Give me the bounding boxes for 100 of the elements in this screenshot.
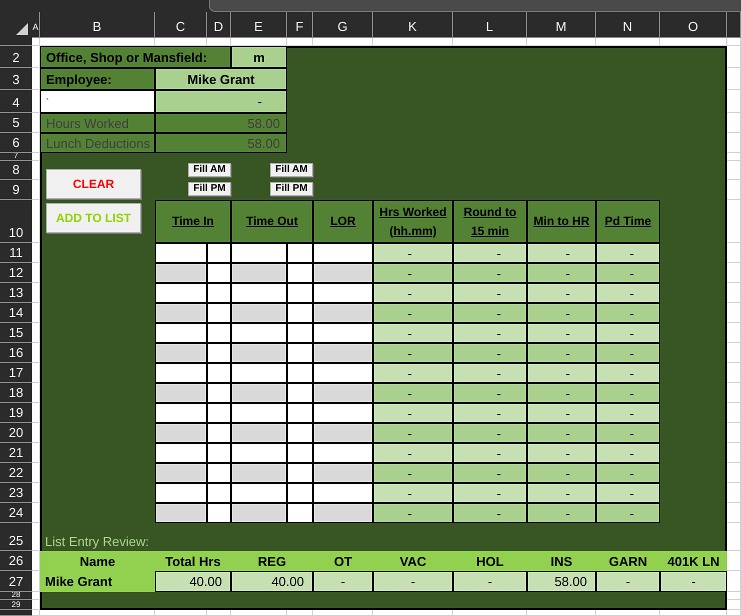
time-in-cell[interactable] xyxy=(207,263,231,283)
row-header[interactable]: 14 xyxy=(0,303,32,323)
row-header[interactable]: 6 xyxy=(0,133,32,153)
time-in-cell[interactable] xyxy=(207,323,231,343)
time-in-cell[interactable] xyxy=(207,443,231,463)
time-in-cell[interactable] xyxy=(155,283,207,303)
lor-cell[interactable] xyxy=(313,423,373,443)
time-in-cell[interactable] xyxy=(155,423,207,443)
time-out-cell[interactable] xyxy=(287,483,313,503)
row-header[interactable]: 15 xyxy=(0,323,32,343)
time-out-cell[interactable] xyxy=(231,463,287,483)
row-header[interactable] xyxy=(0,38,32,46)
time-out-cell[interactable] xyxy=(287,403,313,423)
time-out-cell[interactable] xyxy=(231,423,287,443)
row-header[interactable]: 9 xyxy=(0,180,32,200)
row-header[interactable]: 25 xyxy=(0,523,32,551)
time-in-cell[interactable] xyxy=(155,463,207,483)
row-header[interactable]: 10 xyxy=(0,200,32,243)
fill-button[interactable]: Fill AM xyxy=(188,163,231,177)
row-header[interactable]: 26 xyxy=(0,551,32,571)
column-header[interactable] xyxy=(727,12,741,38)
row-header[interactable]: 24 xyxy=(0,503,32,523)
fill-button[interactable]: Fill AM xyxy=(270,163,313,177)
time-in-cell[interactable] xyxy=(207,403,231,423)
sheet-cell[interactable] xyxy=(32,38,40,46)
sheet-cell[interactable] xyxy=(727,610,741,616)
column-header[interactable]: B xyxy=(40,12,155,38)
row-header[interactable]: 18 xyxy=(0,383,32,403)
column-header[interactable]: K xyxy=(373,12,453,38)
column-header[interactable]: N xyxy=(596,12,660,38)
fill-button[interactable]: Fill PM xyxy=(188,182,231,196)
column-header[interactable]: E xyxy=(231,12,287,38)
fill-button[interactable]: Fill PM xyxy=(270,182,313,196)
row-header[interactable]: 5 xyxy=(0,113,32,133)
lor-cell[interactable] xyxy=(313,483,373,503)
row-header[interactable]: 8 xyxy=(0,161,32,180)
time-out-cell[interactable] xyxy=(287,383,313,403)
column-header[interactable]: C xyxy=(155,12,207,38)
time-out-cell[interactable] xyxy=(231,443,287,463)
row-header[interactable]: 19 xyxy=(0,403,32,423)
row-header[interactable]: 12 xyxy=(0,263,32,283)
column-header[interactable]: M xyxy=(527,12,596,38)
time-out-cell[interactable] xyxy=(231,483,287,503)
lor-cell[interactable] xyxy=(313,363,373,383)
time-out-cell[interactable] xyxy=(231,283,287,303)
time-in-cell[interactable] xyxy=(207,303,231,323)
time-in-cell[interactable] xyxy=(155,323,207,343)
lor-cell[interactable] xyxy=(313,243,373,263)
column-header[interactable]: L xyxy=(453,12,527,38)
time-in-cell[interactable] xyxy=(207,503,231,523)
row-header[interactable]: 13 xyxy=(0,283,32,303)
lor-cell[interactable] xyxy=(313,503,373,523)
lor-cell[interactable] xyxy=(313,263,373,283)
time-out-cell[interactable] xyxy=(287,423,313,443)
time-in-cell[interactable] xyxy=(207,343,231,363)
time-in-cell[interactable] xyxy=(155,303,207,323)
time-out-cell[interactable] xyxy=(231,263,287,283)
lor-cell[interactable] xyxy=(313,443,373,463)
time-in-cell[interactable] xyxy=(155,503,207,523)
column-header[interactable]: A xyxy=(32,12,40,38)
row-header[interactable]: 23 xyxy=(0,483,32,503)
time-in-cell[interactable] xyxy=(155,243,207,263)
time-in-cell[interactable] xyxy=(155,363,207,383)
time-in-cell[interactable] xyxy=(155,383,207,403)
column-header[interactable]: O xyxy=(660,12,727,38)
time-in-cell[interactable] xyxy=(155,443,207,463)
lor-cell[interactable] xyxy=(313,283,373,303)
time-out-cell[interactable] xyxy=(287,363,313,383)
clear-button[interactable]: CLEAR xyxy=(46,169,141,199)
row-header[interactable]: 29 xyxy=(0,600,32,610)
time-out-cell[interactable] xyxy=(231,383,287,403)
time-out-cell[interactable] xyxy=(287,303,313,323)
row-header[interactable] xyxy=(0,610,32,616)
time-in-cell[interactable] xyxy=(155,263,207,283)
time-out-cell[interactable] xyxy=(287,263,313,283)
row-header[interactable]: 22 xyxy=(0,463,32,483)
sheet-cell[interactable] xyxy=(727,38,741,46)
column-header[interactable]: F xyxy=(287,12,313,38)
time-out-cell[interactable] xyxy=(287,323,313,343)
time-in-cell[interactable] xyxy=(207,463,231,483)
time-in-cell[interactable] xyxy=(207,423,231,443)
time-out-cell[interactable] xyxy=(231,303,287,323)
time-out-cell[interactable] xyxy=(231,323,287,343)
time-out-cell[interactable] xyxy=(231,403,287,423)
time-out-cell[interactable] xyxy=(287,443,313,463)
select-all-icon[interactable] xyxy=(16,23,28,35)
row-header[interactable]: 4 xyxy=(0,90,32,113)
time-in-cell[interactable] xyxy=(155,483,207,503)
time-in-cell[interactable] xyxy=(155,403,207,423)
row-header[interactable]: 21 xyxy=(0,443,32,463)
lor-cell[interactable] xyxy=(313,343,373,363)
time-in-cell[interactable] xyxy=(207,243,231,263)
time-out-cell[interactable] xyxy=(287,283,313,303)
time-out-cell[interactable] xyxy=(231,503,287,523)
lor-cell[interactable] xyxy=(313,463,373,483)
time-out-cell[interactable] xyxy=(231,343,287,363)
lor-cell[interactable] xyxy=(313,303,373,323)
time-in-cell[interactable] xyxy=(207,283,231,303)
time-in-cell[interactable] xyxy=(207,483,231,503)
row-header[interactable]: 2 xyxy=(0,46,32,68)
